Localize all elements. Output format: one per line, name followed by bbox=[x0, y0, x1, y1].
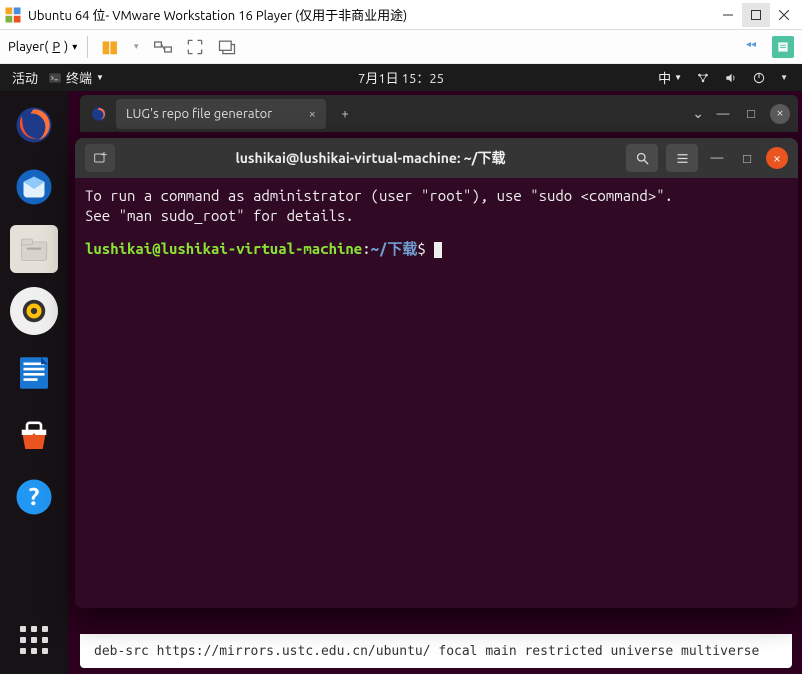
firefox-maximize-button[interactable]: □ bbox=[742, 105, 760, 123]
vmware-window-title: Ubuntu 64 位- VMware Workstation 16 Playe… bbox=[28, 5, 714, 24]
player-label-underline: P bbox=[52, 40, 60, 54]
notes-button[interactable] bbox=[772, 36, 794, 58]
browser-tab[interactable]: LUG's repo file generator × bbox=[116, 99, 326, 129]
vmware-titlebar: Ubuntu 64 位- VMware Workstation 16 Playe… bbox=[0, 0, 802, 30]
player-label-suffix: ) bbox=[64, 40, 68, 54]
fullscreen-button[interactable] bbox=[184, 36, 206, 58]
terminal-close-button[interactable]: × bbox=[766, 147, 788, 169]
player-menu-button[interactable]: Player( P) ▾ bbox=[8, 40, 77, 54]
unity-button[interactable] bbox=[216, 36, 238, 58]
network-icon[interactable] bbox=[696, 71, 710, 85]
terminal-search-button[interactable] bbox=[626, 144, 658, 172]
dock-software-center[interactable]: A bbox=[10, 411, 58, 459]
prompt-user: lushikai@lushikai-virtual-machine bbox=[85, 240, 362, 257]
vmware-close-button[interactable] bbox=[770, 3, 798, 27]
volume-icon[interactable] bbox=[724, 71, 738, 85]
terminal-output-line: To run a command as administrator (user … bbox=[85, 186, 788, 206]
vmware-minimize-button[interactable] bbox=[714, 3, 742, 27]
firefox-tab-icon bbox=[88, 103, 110, 125]
terminal-output-line: See "man sudo_root" for details. bbox=[85, 206, 788, 226]
apps-grid-icon bbox=[20, 626, 48, 654]
vmware-toolbar: Player( P) ▾ ▮▮ ▾ bbox=[0, 30, 802, 64]
terminal-new-tab-button[interactable] bbox=[85, 144, 115, 172]
dock-thunderbird[interactable] bbox=[10, 163, 58, 211]
terminal-title: lushikai@lushikai-virtual-machine: ~/下载 bbox=[123, 148, 618, 168]
chevron-down-icon: ▼ bbox=[674, 73, 682, 82]
dock: A ? bbox=[0, 91, 68, 674]
close-icon: × bbox=[776, 107, 783, 120]
vmware-logo-icon bbox=[4, 6, 22, 24]
dock-libreoffice-writer[interactable] bbox=[10, 349, 58, 397]
firefox-close-button[interactable]: × bbox=[770, 104, 790, 124]
chevron-down-icon: ▼ bbox=[96, 73, 104, 82]
terminal-titlebar: lushikai@lushikai-virtual-machine: ~/下载 … bbox=[75, 138, 798, 178]
send-keys-button[interactable] bbox=[152, 36, 174, 58]
toolbar-divider bbox=[87, 36, 88, 58]
rewind-button[interactable] bbox=[740, 36, 762, 58]
tabs-dropdown-button[interactable]: ⌄ bbox=[692, 105, 704, 122]
svg-text:?: ? bbox=[29, 482, 40, 510]
gnome-top-panel: 活动 终端 ▼ 7月1日 15：25 中 ▼ ▼ bbox=[0, 64, 802, 91]
terminal-window: lushikai@lushikai-virtual-machine: ~/下载 … bbox=[75, 138, 798, 608]
dock-firefox[interactable] bbox=[10, 101, 58, 149]
terminal-cursor bbox=[434, 242, 442, 258]
input-method-indicator[interactable]: 中 ▼ bbox=[658, 68, 682, 87]
activities-button[interactable]: 活动 bbox=[12, 68, 38, 87]
dock-show-apps[interactable] bbox=[10, 616, 58, 664]
terminal-prompt-line: lushikai@lushikai-virtual-machine:~/下载$ bbox=[85, 239, 788, 259]
pause-dropdown[interactable]: ▾ bbox=[130, 36, 142, 58]
panel-clock[interactable]: 7月1日 15：25 bbox=[358, 68, 444, 87]
browser-content-line: deb-src https://mirrors.ustc.edu.cn/ubun… bbox=[80, 634, 792, 668]
firefox-minimize-button[interactable]: — bbox=[714, 105, 732, 123]
prompt-path: ~/下载 bbox=[371, 240, 418, 257]
firefox-window-tabstrip: LUG's repo file generator × + ⌄ — □ × bbox=[80, 95, 798, 132]
vmware-maximize-button[interactable] bbox=[742, 3, 770, 27]
power-icon[interactable] bbox=[752, 71, 766, 85]
dock-rhythmbox[interactable] bbox=[10, 287, 58, 335]
chevron-down-icon: ▼ bbox=[780, 73, 788, 82]
ime-label: 中 bbox=[658, 68, 671, 87]
browser-bg-text: deb-src https://mirrors.ustc.edu.cn/ubun… bbox=[94, 644, 759, 659]
terminal-body[interactable]: To run a command as administrator (user … bbox=[75, 178, 798, 608]
terminal-hamburger-button[interactable] bbox=[666, 144, 698, 172]
app-menu[interactable]: 终端 ▼ bbox=[48, 68, 104, 87]
player-label-prefix: Player( bbox=[8, 40, 48, 54]
dock-help[interactable]: ? bbox=[10, 473, 58, 521]
new-tab-button[interactable]: + bbox=[332, 101, 358, 127]
terminal-small-icon bbox=[48, 71, 62, 85]
svg-text:A: A bbox=[30, 432, 39, 445]
pause-icon: ▮▮ bbox=[101, 37, 117, 56]
guest-desktop: 活动 终端 ▼ 7月1日 15：25 中 ▼ ▼ bbox=[0, 64, 802, 674]
pause-button[interactable]: ▮▮ bbox=[98, 36, 120, 58]
app-menu-label: 终端 bbox=[66, 68, 92, 87]
terminal-minimize-button[interactable]: — bbox=[706, 147, 728, 169]
close-icon: × bbox=[773, 151, 781, 165]
tab-title: LUG's repo file generator bbox=[126, 107, 272, 121]
terminal-maximize-button[interactable]: □ bbox=[736, 147, 758, 169]
chevron-down-icon: ▾ bbox=[72, 41, 77, 53]
prompt-sep: : bbox=[362, 240, 370, 257]
dock-files[interactable] bbox=[10, 225, 58, 273]
tab-close-button[interactable]: × bbox=[309, 107, 316, 121]
prompt-end: $ bbox=[417, 240, 434, 257]
